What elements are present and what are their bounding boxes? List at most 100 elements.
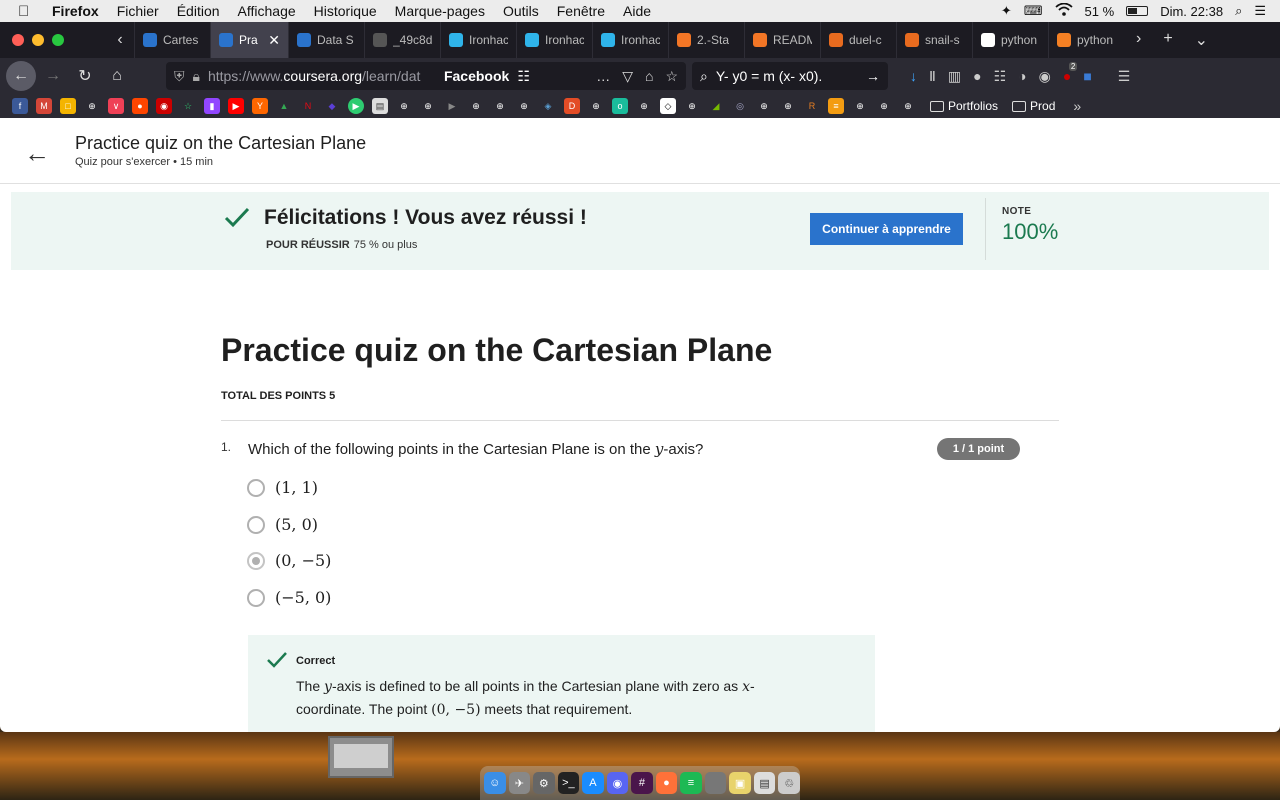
- browser-tab[interactable]: duel-c: [820, 22, 896, 58]
- tab-scroll-right-icon[interactable]: ›: [1136, 30, 1141, 50]
- bookmark-netflix-icon[interactable]: N: [300, 98, 316, 114]
- bookmark-globe-icon[interactable]: ⊕: [852, 98, 868, 114]
- extension-grid-icon[interactable]: ☷: [994, 68, 1007, 85]
- radio-button-selected[interactable]: [247, 551, 265, 570]
- terminal-icon[interactable]: >_: [557, 772, 580, 794]
- browser-tab[interactable]: Data S: [288, 22, 364, 58]
- ublock-icon[interactable]: ● 2: [1063, 61, 1078, 85]
- documents-stack-icon[interactable]: ▤: [753, 772, 776, 794]
- bookmark-shortcut-facebook[interactable]: Facebook: [444, 68, 509, 84]
- menu-hamburger-icon[interactable]: ☰: [1118, 68, 1131, 85]
- library-icon[interactable]: Ⅱ: [929, 68, 936, 85]
- bookmark-globe-icon[interactable]: ⊕: [588, 98, 604, 114]
- bookmark-globe-icon[interactable]: ⊕: [780, 98, 796, 114]
- apple-menu-icon[interactable]: : [18, 3, 36, 20]
- close-tab-icon[interactable]: ✕: [268, 32, 280, 49]
- bookmark-reddit-icon[interactable]: ●: [132, 98, 148, 114]
- reload-icon[interactable]: ↻: [70, 61, 100, 91]
- browser-tab[interactable]: Ironhack: [516, 22, 592, 58]
- browser-tab[interactable]: Ironhack: [440, 22, 516, 58]
- tag-icon[interactable]: ⌂: [645, 68, 653, 85]
- answer-option-4[interactable]: (−5, 0): [247, 588, 331, 607]
- spotlight-search-icon[interactable]: ⌕: [1235, 3, 1242, 19]
- clock[interactable]: Dim. 22:38: [1160, 4, 1223, 19]
- spotify-icon[interactable]: ≡: [680, 772, 702, 794]
- answer-option-1[interactable]: (1, 1): [247, 478, 318, 497]
- bookmark-d-icon[interactable]: D: [564, 98, 580, 114]
- browser-tab[interactable]: Ironhack: [592, 22, 668, 58]
- bookmark-globe-icon[interactable]: ⊕: [684, 98, 700, 114]
- url-bar[interactable]: ⛨ 🔒︎ https://www.coursera.org/learn/dat …: [166, 62, 686, 90]
- search-bar[interactable]: ⌕ Y- y0 = m (x- x0). →: [692, 62, 888, 90]
- keyboard-icon[interactable]: ⌨: [1024, 3, 1043, 19]
- menu-edition[interactable]: Édition: [177, 3, 220, 19]
- bookmark-globe-icon[interactable]: ⊕: [876, 98, 892, 114]
- battery-icon[interactable]: [1126, 6, 1149, 16]
- bookmark-globe-icon[interactable]: ⊕: [636, 98, 652, 114]
- system-preferences-icon[interactable]: ⚙: [533, 772, 555, 794]
- tab-scroll-left-icon[interactable]: ‹: [106, 31, 134, 49]
- bookmark-app-icon[interactable]: ▤: [372, 98, 388, 114]
- bookmark-folder-portfolios[interactable]: Portfolios: [930, 99, 998, 113]
- launchpad-icon[interactable]: ✈: [508, 772, 531, 794]
- menu-outils[interactable]: Outils: [503, 3, 539, 19]
- bookmark-globe-icon[interactable]: ⊕: [84, 98, 100, 114]
- bookmark-r-icon[interactable]: R: [804, 98, 820, 114]
- radio-button[interactable]: [247, 478, 265, 497]
- pocket-icon[interactable]: ▽: [622, 68, 633, 85]
- bookmark-globe-icon[interactable]: ⊕: [468, 98, 484, 114]
- app-store-icon[interactable]: A: [582, 772, 604, 794]
- browser-tab[interactable]: READM: [744, 22, 820, 58]
- browser-tab[interactable]: 2.-Sta: [668, 22, 744, 58]
- browser-tab[interactable]: Pra ✕: [210, 22, 288, 58]
- browser-tab[interactable]: python: [972, 22, 1048, 58]
- menu-historique[interactable]: Historique: [314, 3, 377, 19]
- browser-tab[interactable]: Cartes: [134, 22, 210, 58]
- url-text[interactable]: https://www.coursera.org/learn/dat: [208, 68, 436, 84]
- continue-learning-button[interactable]: Continuer à apprendre: [810, 213, 963, 245]
- extension-owl-icon[interactable]: ◉: [1039, 68, 1051, 85]
- page-actions-icon[interactable]: …: [596, 68, 610, 85]
- control-center-icon[interactable]: ☰: [1254, 3, 1266, 19]
- extension-square-icon[interactable]: ■: [1083, 68, 1091, 85]
- bookmark-globe-icon[interactable]: ⊕: [756, 98, 772, 114]
- bookmark-python-icon[interactable]: ◈: [540, 98, 556, 114]
- menu-affichage[interactable]: Affichage: [238, 3, 296, 19]
- back-icon[interactable]: ←: [6, 61, 36, 91]
- radio-button[interactable]: [247, 515, 265, 534]
- bookmark-steam-icon[interactable]: ◎: [732, 98, 748, 114]
- sidebar-icon[interactable]: ▥: [948, 68, 961, 85]
- bookmark-star-green-icon[interactable]: ☆: [180, 98, 196, 114]
- downloads-icon[interactable]: ↓: [910, 68, 917, 85]
- bookmark-triangle-icon[interactable]: ▶: [444, 98, 460, 114]
- home-icon[interactable]: ⌂: [102, 61, 132, 91]
- search-query[interactable]: Y- y0 = m (x- x0).: [716, 68, 822, 84]
- lock-icon[interactable]: 🔒︎: [193, 68, 200, 85]
- forward-icon[interactable]: →: [38, 61, 68, 91]
- browser-tab[interactable]: snail-s: [896, 22, 972, 58]
- bookmark-red-icon[interactable]: ◉: [156, 98, 172, 114]
- trash-icon[interactable]: ♲: [778, 772, 800, 794]
- back-arrow-icon[interactable]: ←: [24, 138, 50, 169]
- bookmark-nvidia-icon[interactable]: ◢: [708, 98, 724, 114]
- bookmark-globe-icon[interactable]: ⊕: [516, 98, 532, 114]
- bookmark-youtube-icon[interactable]: ▶: [228, 98, 244, 114]
- bookmark-folder-prod[interactable]: Prod: [1012, 99, 1055, 113]
- bookmark-globe-icon[interactable]: ⊕: [492, 98, 508, 114]
- bookmark-gmail-icon[interactable]: M: [36, 98, 52, 114]
- bookmark-codepen-icon[interactable]: ◇: [660, 98, 676, 114]
- bluetooth-icon[interactable]: ✦: [1001, 3, 1012, 19]
- extension-eye-icon[interactable]: ◑: [1018, 68, 1026, 85]
- tracking-protection-shield-icon[interactable]: ⛨: [174, 68, 185, 85]
- wifi-icon[interactable]: [1054, 2, 1073, 19]
- bookmark-rss-icon[interactable]: ≡: [828, 98, 844, 114]
- menu-marque-pages[interactable]: Marque-pages: [395, 3, 485, 19]
- bookmark-pocket-icon[interactable]: ∨: [108, 98, 124, 114]
- menu-fichier[interactable]: Fichier: [117, 3, 159, 19]
- account-icon[interactable]: ●: [973, 68, 981, 85]
- new-tab-icon[interactable]: +: [1163, 30, 1172, 50]
- finder-icon[interactable]: ☺: [484, 772, 506, 794]
- bookmark-ycombinator-icon[interactable]: Y: [252, 98, 268, 114]
- menu-aide[interactable]: Aide: [623, 3, 651, 19]
- bookmark-star-icon[interactable]: ☆: [665, 68, 678, 85]
